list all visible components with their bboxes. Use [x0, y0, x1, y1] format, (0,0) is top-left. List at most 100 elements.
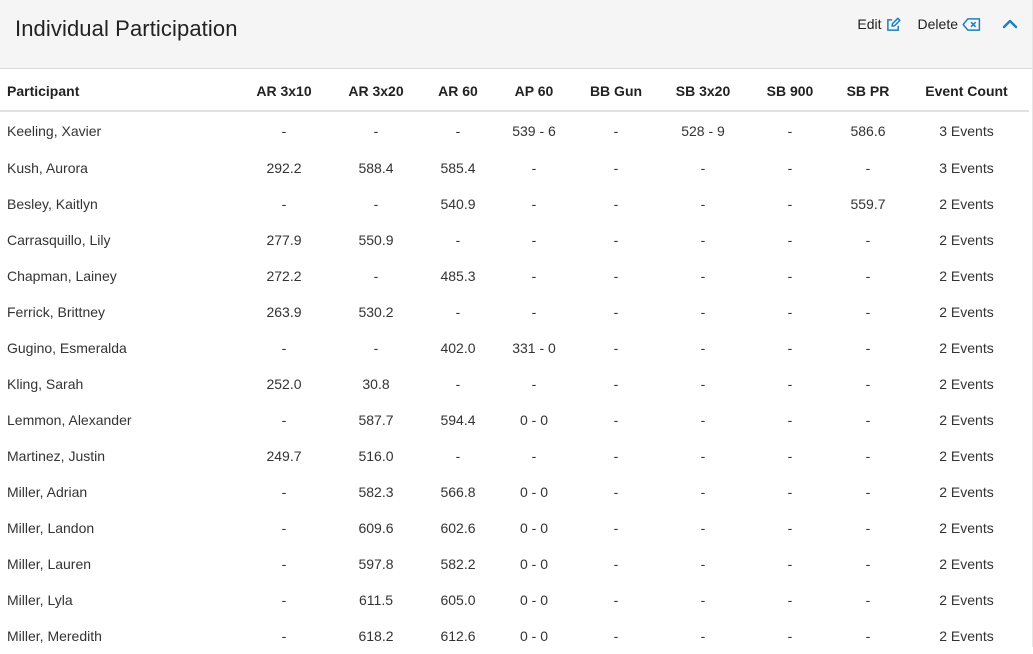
cell-event-count: 2 Events — [939, 628, 994, 644]
participant-name: Martinez, Justin — [7, 448, 106, 464]
delete-button[interactable]: Delete — [918, 16, 981, 32]
cell-sb-900: - — [787, 123, 793, 139]
cell-bb-gun: - — [613, 123, 619, 139]
cell-bb-gun: - — [613, 412, 619, 428]
cell-ar-3x10: 277.9 — [266, 232, 302, 248]
cell-ar-60: 605.0 — [440, 592, 476, 608]
cell-bb-gun: - — [613, 304, 619, 320]
cell-sb-pr: - — [865, 232, 871, 248]
cell-ap-60: 539 - 6 — [512, 123, 556, 139]
column-header-sb-pr: SB PR — [832, 69, 904, 112]
cell-event-count: 3 Events — [939, 160, 994, 176]
collapse-button[interactable] — [1002, 18, 1018, 30]
cell-event-count: 2 Events — [939, 592, 994, 608]
chevron-up-icon — [1002, 19, 1018, 29]
table-row: Keeling, Xavier - - - 539 - 6 - 528 - 9 - 586.6 3… — [0, 111, 1029, 150]
participant-name: Keeling, Xavier — [7, 123, 102, 139]
table-row: Lemmon, Alexander - 587.7 594.4 0 - 0 - - - - 2 E… — [0, 402, 1029, 438]
cell-ap-60: - — [531, 232, 537, 248]
column-header-ar-60: AR 60 — [422, 69, 494, 112]
cell-sb-900: - — [787, 340, 793, 356]
cell-event-count: 2 Events — [939, 520, 994, 536]
cell-sb-pr: - — [865, 556, 871, 572]
cell-bb-gun: - — [613, 160, 619, 176]
cell-sb-3x20: - — [700, 340, 706, 356]
participation-table: Participant AR 3x10 AR 3x20 AR 60 AP 60 BB Gu… — [0, 69, 1029, 654]
column-header-ar-3x20: AR 3x20 — [330, 69, 422, 112]
cell-event-count: 3 Events — [939, 123, 994, 139]
cell-sb-900: - — [787, 412, 793, 428]
cell-ar-3x10: 249.7 — [266, 448, 302, 464]
cell-ar-60: 582.2 — [440, 556, 476, 572]
cell-ar-3x20: 611.5 — [359, 592, 393, 608]
cell-event-count: 2 Events — [939, 232, 994, 248]
cell-ar-3x20: 588.4 — [358, 160, 394, 176]
cell-ar-60: 566.8 — [440, 484, 476, 500]
cell-sb-pr: - — [865, 160, 871, 176]
table-body: Keeling, Xavier - - - 539 - 6 - 528 - 9 - 586.6 3… — [0, 111, 1029, 654]
cell-ap-60: - — [531, 268, 537, 284]
table-row: Besley, Kaitlyn - - 540.9 - - - - 559.7 2 Events — [0, 186, 1029, 222]
cell-ar-3x20: 587.7 — [358, 412, 394, 428]
cell-bb-gun: - — [613, 592, 619, 608]
cell-ap-60: - — [531, 196, 537, 212]
table-row: Ferrick, Brittney 263.9 530.2 - - - - - - 2 Event… — [0, 294, 1029, 330]
cell-ar-3x20: 618.2 — [358, 628, 394, 644]
cell-ar-60: 485.3 — [440, 268, 476, 284]
table-row: Miller, Adrian - 582.3 566.8 0 - 0 - - - - 2 Even… — [0, 474, 1029, 510]
cell-ar-3x20: 582.3 — [358, 484, 394, 500]
cell-ar-3x10: - — [281, 592, 287, 608]
cell-event-count: 2 Events — [939, 196, 994, 212]
cell-ap-60: 0 - 0 — [519, 412, 548, 428]
cell-ar-3x20: - — [373, 340, 379, 356]
cell-ap-60: - — [531, 304, 537, 320]
cell-bb-gun: - — [613, 448, 619, 464]
cell-ar-60: - — [455, 376, 461, 392]
cell-bb-gun: - — [613, 268, 619, 284]
cell-ar-3x10: - — [281, 123, 287, 139]
cell-sb-900: - — [787, 304, 793, 320]
cell-bb-gun: - — [613, 556, 619, 572]
cell-sb-pr: - — [865, 448, 871, 464]
cell-sb-3x20: - — [700, 160, 706, 176]
cell-bb-gun: - — [613, 484, 619, 500]
cell-ar-3x10: - — [281, 556, 287, 572]
table-row: Chapman, Lainey 272.2 - 485.3 - - - - - 2 Events — [0, 258, 1029, 294]
cell-sb-3x20: - — [700, 484, 706, 500]
cell-ap-60: 331 - 0 — [512, 340, 556, 356]
cell-ar-3x20: 516.0 — [358, 448, 394, 464]
column-header-sb-900: SB 900 — [748, 69, 832, 112]
column-header-participant: Participant — [0, 69, 238, 112]
cell-sb-pr: 586.6 — [850, 123, 886, 139]
edit-button[interactable]: Edit — [857, 16, 901, 32]
participant-name: Carrasquillo, Lily — [7, 232, 111, 248]
cell-ar-3x10: - — [281, 628, 287, 644]
cell-event-count: 2 Events — [939, 376, 994, 392]
cell-ar-3x10: 252.0 — [266, 376, 302, 392]
cell-ar-3x20: 597.8 — [358, 556, 394, 572]
table-row: Miller, Landon - 609.6 602.6 0 - 0 - - - - 2 Even… — [0, 510, 1029, 546]
cell-sb-pr: - — [865, 268, 871, 284]
edit-icon — [886, 17, 901, 31]
table-row: Miller, Lauren - 597.8 582.2 0 - 0 - - - - 2 Even… — [0, 546, 1029, 582]
table-row: Gugino, Esmeralda - - 402.0 331 - 0 - - - - 2 Eve… — [0, 330, 1029, 366]
panel-actions: Edit Delete — [857, 16, 1018, 32]
cell-event-count: 2 Events — [939, 340, 994, 356]
column-header-sb-3x20: SB 3x20 — [658, 69, 748, 112]
cell-sb-900: - — [787, 520, 793, 536]
cell-sb-3x20: - — [700, 304, 706, 320]
cell-bb-gun: - — [613, 196, 619, 212]
cell-sb-900: - — [787, 592, 793, 608]
cell-ar-60: - — [455, 448, 461, 464]
cell-sb-pr: - — [865, 484, 871, 500]
cell-ap-60: 0 - 0 — [519, 484, 548, 500]
participant-name: Miller, Meredith — [7, 628, 102, 644]
cell-ar-3x20: 550.9 — [358, 232, 394, 248]
cell-sb-900: - — [787, 484, 793, 500]
cell-ap-60: 0 - 0 — [519, 592, 548, 608]
cell-sb-pr: - — [865, 304, 871, 320]
panel-header: Individual Participation Edit Delete — [0, 0, 1032, 69]
cell-ar-60: 612.6 — [440, 628, 476, 644]
cell-event-count: 2 Events — [939, 556, 994, 572]
edit-label: Edit — [857, 16, 882, 32]
